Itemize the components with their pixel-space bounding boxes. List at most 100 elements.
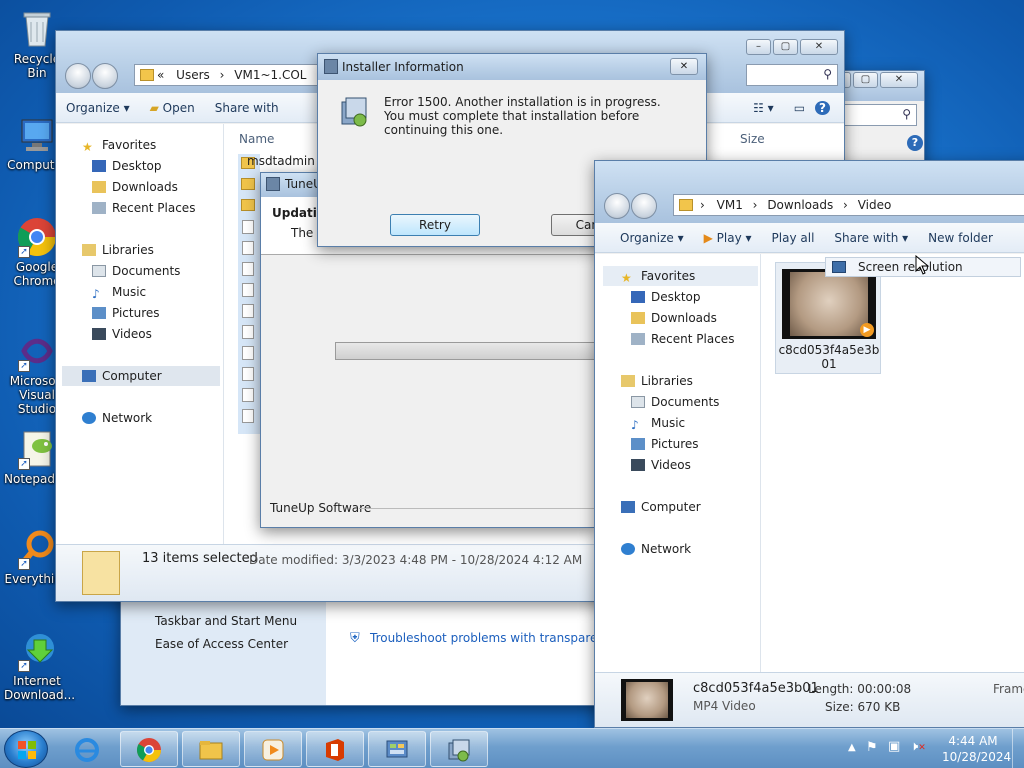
sidebar-link-ease-of-access[interactable]: Ease of Access Center <box>155 637 288 651</box>
share-with-menu[interactable]: Share with <box>205 101 289 115</box>
videos-icon <box>92 328 106 340</box>
taskbar-control-panel[interactable] <box>368 731 426 767</box>
maximize-button[interactable]: ▢ <box>773 39 798 55</box>
retry-button[interactable]: Retry <box>390 214 480 236</box>
column-header-size[interactable]: Size <box>740 132 765 146</box>
nav-pictures[interactable]: Pictures <box>631 434 699 454</box>
organize-menu[interactable]: Organize ▾ <box>595 231 694 245</box>
computer-icon <box>16 114 58 156</box>
taskbar-installer[interactable] <box>430 731 488 767</box>
troubleshoot-link[interactable]: Troubleshoot problems with transparency <box>370 631 619 645</box>
taskbar-chrome[interactable] <box>120 731 178 767</box>
play-all-button[interactable]: Play all <box>762 231 825 245</box>
nav-favorites[interactable]: ★ Favorites <box>82 135 156 155</box>
nav-libraries[interactable]: Libraries <box>82 240 154 260</box>
installer-title: Installer Information <box>342 60 464 74</box>
explorer1-search-box[interactable]: ⚲ <box>746 64 838 86</box>
breadcrumb-downloads[interactable]: Downloads <box>767 198 833 212</box>
show-desktop-button[interactable] <box>1012 729 1024 768</box>
start-button[interactable] <box>4 730 48 768</box>
nav-music[interactable]: ♪ Music <box>92 282 146 302</box>
action-center-flag-icon[interactable]: ⚑ <box>866 740 878 755</box>
nav-computer[interactable]: Computer <box>62 366 220 386</box>
help-icon[interactable]: ? <box>907 135 923 151</box>
breadcrumb-users[interactable]: Users <box>176 68 210 82</box>
back-button[interactable] <box>65 63 91 89</box>
clock-time: 4:44 AM <box>948 734 998 748</box>
sidebar-link-taskbar[interactable]: Taskbar and Start Menu <box>155 614 297 628</box>
installer-icon <box>266 177 280 191</box>
nav-pictures[interactable]: Pictures <box>92 303 160 323</box>
nav-videos[interactable]: Videos <box>92 324 152 344</box>
nav-videos[interactable]: Videos <box>631 455 691 475</box>
nav-desktop[interactable]: Desktop <box>631 287 701 307</box>
new-folder-button[interactable]: New folder <box>918 231 1003 245</box>
breadcrumb-vm1[interactable]: VM1 <box>717 198 743 212</box>
close-button[interactable]: ✕ <box>880 72 918 88</box>
tuneup-progress-bar <box>335 342 595 360</box>
breadcrumb-video[interactable]: Video <box>858 198 892 212</box>
file-icon <box>242 241 254 255</box>
recent-places-icon <box>92 202 106 214</box>
folder-icon <box>679 199 693 211</box>
pictures-icon <box>631 438 645 450</box>
taskbar-internet-explorer[interactable] <box>58 731 116 767</box>
explorer2-address-bar[interactable]: › VM1 › Downloads › Video <box>673 194 1024 216</box>
nav-documents[interactable]: Documents <box>631 392 719 412</box>
volume-muted-icon[interactable]: 🕨✕ <box>910 739 926 754</box>
nav-computer[interactable]: Computer <box>621 497 701 517</box>
show-hidden-icons-icon[interactable]: ▲ <box>848 742 856 753</box>
idm-icon: ➚ <box>16 630 58 672</box>
nav-favorites[interactable]: ★ Favorites <box>603 266 758 286</box>
close-button[interactable]: ✕ <box>800 39 838 55</box>
organize-menu[interactable]: Organize ▾ <box>56 101 140 115</box>
nav-network[interactable]: Network <box>82 408 152 428</box>
help-icon[interactable]: ? <box>815 100 830 115</box>
explorer1-address-bar[interactable]: « Users › VM1~1.COL › A <box>134 64 324 86</box>
system-tray: ▲ ⚑ ▣ 🕨✕ 4:44 AM 10/28/2024 <box>834 729 1024 768</box>
breadcrumb-overflow[interactable]: « <box>157 68 164 82</box>
share-with-menu[interactable]: Share with ▾ <box>824 231 918 245</box>
maximize-button[interactable]: ▢ <box>853 72 878 88</box>
column-header-name[interactable]: Name <box>239 132 274 146</box>
nav-network[interactable]: Network <box>621 539 691 559</box>
close-button[interactable]: ✕ <box>670 58 698 75</box>
nav-documents[interactable]: Documents <box>92 261 180 281</box>
clock[interactable]: 4:44 AM 10/28/2024 <box>942 733 1011 765</box>
taskbar-explorer[interactable] <box>182 731 240 767</box>
visual-studio-icon: ➚ <box>16 330 58 372</box>
minimize-button[interactable]: – <box>746 39 771 55</box>
open-button[interactable]: ▰ Open <box>140 101 205 115</box>
explorer-icon <box>198 737 224 763</box>
view-options-icon[interactable]: ☷ ▾ <box>743 101 784 115</box>
details-size: Size: 670 KB <box>825 700 901 714</box>
libraries-icon <box>82 244 96 256</box>
nav-downloads[interactable]: Downloads <box>631 308 717 328</box>
taskbar: ▲ ⚑ ▣ 🕨✕ 4:44 AM 10/28/2024 <box>0 728 1024 768</box>
nav-downloads[interactable]: Downloads <box>92 177 178 197</box>
folder-icon <box>140 69 154 81</box>
screen-resolution-icon <box>832 261 846 273</box>
preview-pane-icon[interactable]: ▭ <box>784 101 815 115</box>
taskbar-media-player[interactable] <box>244 731 302 767</box>
explorer1-nav-pane: ★ Favorites Desktop Downloads Recent Plac… <box>56 124 224 544</box>
music-icon: ♪ <box>631 418 639 432</box>
breadcrumb-vm1[interactable]: VM1~1.COL <box>234 68 306 82</box>
taskbar-office[interactable] <box>306 731 364 767</box>
nav-libraries[interactable]: Libraries <box>621 371 693 391</box>
nav-recent-places[interactable]: Recent Places <box>631 329 734 349</box>
file-name-msdtadmin[interactable]: msdtadmin <box>247 154 315 168</box>
forward-button[interactable] <box>92 63 118 89</box>
documents-icon <box>92 265 106 277</box>
explorer-window-video[interactable]: › VM1 › Downloads › Video Organize ▾ ▶ P… <box>594 160 1024 728</box>
nav-desktop[interactable]: Desktop <box>92 156 162 176</box>
network-tray-icon[interactable]: ▣ <box>888 739 900 754</box>
play-button[interactable]: ▶ Play ▾ <box>694 231 762 245</box>
back-button[interactable] <box>604 193 630 219</box>
chrome-icon <box>136 737 162 763</box>
nav-recent-places[interactable]: Recent Places <box>92 198 195 218</box>
file-item[interactable]: ▶ c8cd053f4a5e3b01 <box>775 262 881 374</box>
forward-button[interactable] <box>631 193 657 219</box>
nav-music[interactable]: ♪ Music <box>631 413 685 433</box>
desktop-icon-idm[interactable]: ➚ Internet Download... <box>4 630 75 702</box>
